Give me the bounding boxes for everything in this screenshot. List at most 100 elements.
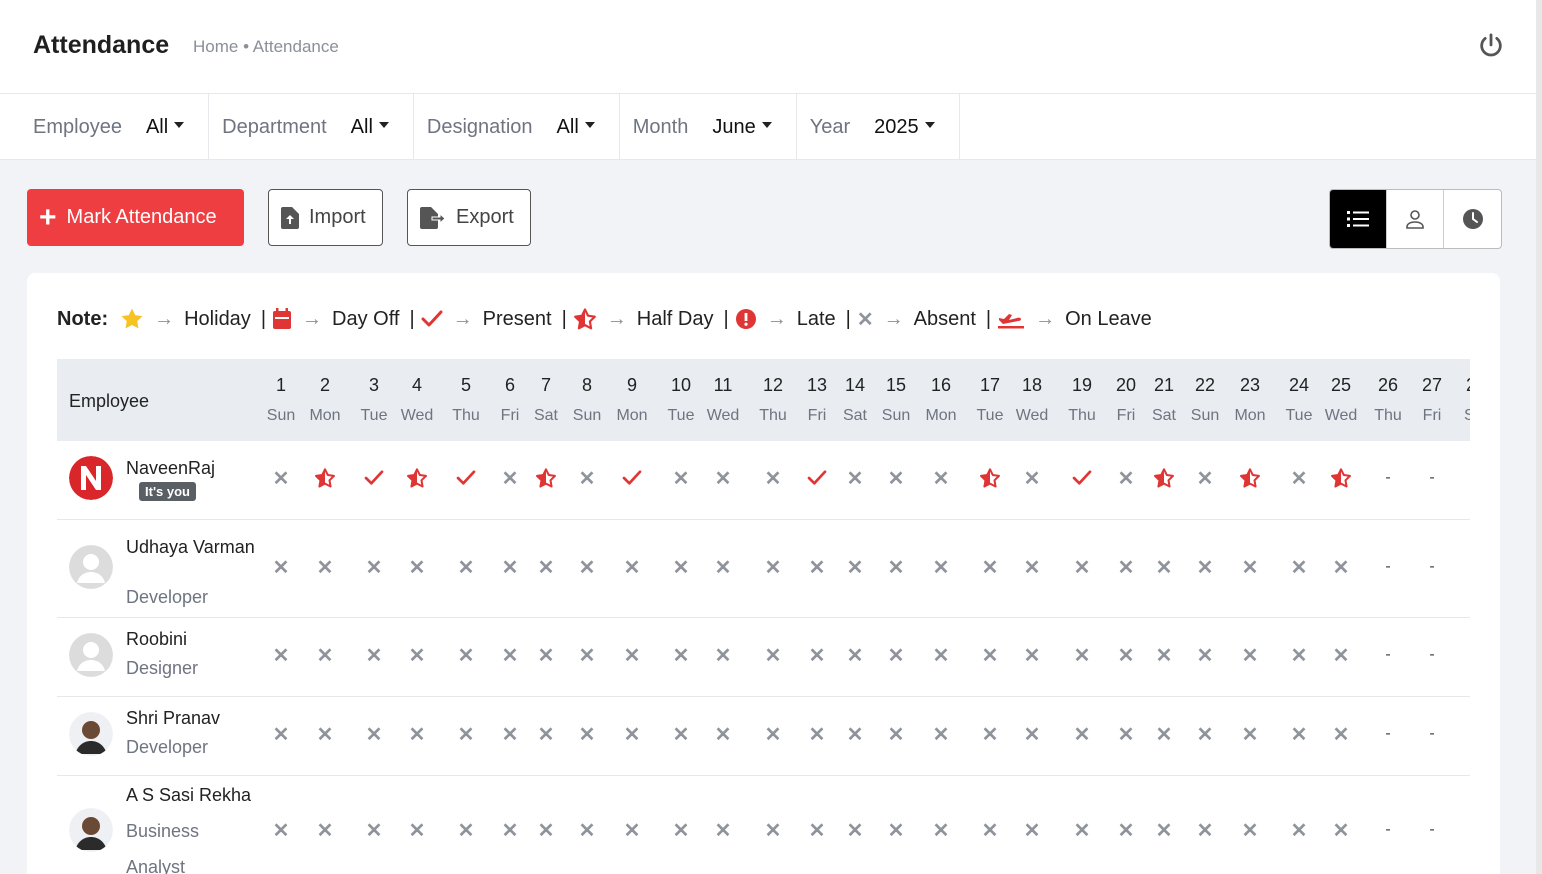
attendance-cell[interactable]: ✕	[1059, 818, 1105, 842]
attendance-cell[interactable]: ✕	[1318, 555, 1364, 579]
attendance-cell[interactable]: ✕	[1141, 643, 1187, 667]
filter-department[interactable]: Department All	[209, 94, 414, 160]
attendance-cell[interactable]: ✕	[258, 466, 304, 490]
attendance-cell[interactable]: ✕	[1318, 643, 1364, 667]
filter-employee[interactable]: Employee All	[0, 94, 210, 160]
attendance-cell[interactable]: ✕	[1276, 555, 1322, 579]
attendance-cell[interactable]: ✕	[564, 643, 610, 667]
attendance-cell[interactable]: -	[1365, 722, 1411, 746]
attendance-cell[interactable]: ✕	[658, 643, 704, 667]
filter-designation[interactable]: Designation All	[414, 94, 620, 160]
attendance-cell[interactable]: ✕	[873, 722, 919, 746]
attendance-cell[interactable]: -	[1453, 555, 1470, 579]
attendance-cell[interactable]: ✕	[832, 466, 878, 490]
filter-month[interactable]: Month June	[620, 94, 797, 160]
attendance-cell[interactable]	[1318, 466, 1364, 490]
attendance-cell[interactable]: ✕	[443, 555, 489, 579]
attendance-cell[interactable]: -	[1365, 643, 1411, 667]
attendance-cell[interactable]: ✕	[443, 818, 489, 842]
attendance-cell[interactable]: ✕	[1182, 643, 1228, 667]
attendance-cell[interactable]: ✕	[1227, 722, 1273, 746]
attendance-cell[interactable]: ✕	[609, 643, 655, 667]
power-icon[interactable]	[1477, 32, 1505, 60]
attendance-cell[interactable]: ✕	[658, 722, 704, 746]
employee-name[interactable]: Shri Pranav	[126, 707, 266, 729]
attendance-cell[interactable]: ✕	[523, 722, 569, 746]
attendance-cell[interactable]: -	[1409, 722, 1455, 746]
attendance-cell[interactable]: ✕	[302, 555, 348, 579]
attendance-cell[interactable]: ✕	[258, 818, 304, 842]
attendance-cell[interactable]: ✕	[873, 818, 919, 842]
attendance-cell[interactable]: ✕	[832, 818, 878, 842]
attendance-cell[interactable]: ✕	[1059, 722, 1105, 746]
attendance-cell[interactable]: ✕	[1141, 722, 1187, 746]
attendance-cell[interactable]: ✕	[1009, 643, 1055, 667]
table-row[interactable]: Roobini Designer ✕ ✕ ✕ ✕ ✕ ✕ ✕ ✕ ✕ ✕ ✕ ✕ ✕ ✕ ✕ ✕ ✕ ✕ ✕ ✕ ✕ ✕ ✕ ✕ ✕…	[57, 618, 1470, 697]
attendance-cell[interactable]: ✕	[918, 722, 964, 746]
attendance-cell[interactable]: ✕	[658, 555, 704, 579]
filter-year[interactable]: Year 2025	[797, 94, 960, 160]
employee-name[interactable]: A S Sasi Rekha	[126, 784, 276, 806]
attendance-cell[interactable]: ✕	[1227, 818, 1273, 842]
attendance-cell[interactable]: -	[1365, 818, 1411, 842]
attendance-cell[interactable]: ✕	[443, 722, 489, 746]
attendance-cell[interactable]: ✕	[750, 722, 796, 746]
attendance-cell[interactable]: ✕	[1059, 555, 1105, 579]
attendance-cell[interactable]	[302, 466, 348, 490]
table-row[interactable]: Udhaya Varman Developer ✕ ✕ ✕ ✕ ✕ ✕ ✕ ✕ ✕ ✕ ✕ ✕ ✕ ✕ ✕ ✕ ✕ ✕…	[57, 520, 1470, 618]
attendance-cell[interactable]: ✕	[832, 555, 878, 579]
attendance-cell[interactable]: ✕	[700, 466, 746, 490]
employee-name[interactable]: NaveenRaj	[126, 457, 266, 479]
attendance-cell[interactable]: ✕	[700, 555, 746, 579]
attendance-cell[interactable]: ✕	[1141, 555, 1187, 579]
attendance-cell[interactable]: ✕	[302, 643, 348, 667]
attendance-cell[interactable]: -	[1409, 555, 1455, 579]
attendance-cell[interactable]: -	[1453, 466, 1470, 490]
employee-name[interactable]: Udhaya Varman	[126, 536, 266, 558]
attendance-cell[interactable]: ✕	[258, 722, 304, 746]
attendance-cell[interactable]: ✕	[918, 555, 964, 579]
attendance-cell[interactable]: ✕	[258, 555, 304, 579]
import-button[interactable]: Import	[268, 189, 383, 246]
attendance-cell[interactable]: ✕	[700, 818, 746, 842]
attendance-cell[interactable]: ✕	[1182, 466, 1228, 490]
attendance-cell[interactable]: -	[1409, 818, 1455, 842]
attendance-cell[interactable]: ✕	[1009, 818, 1055, 842]
attendance-cell[interactable]: ✕	[1182, 555, 1228, 579]
attendance-cell[interactable]: ✕	[1276, 466, 1322, 490]
attendance-cell[interactable]	[1059, 466, 1105, 490]
attendance-cell[interactable]: ✕	[302, 818, 348, 842]
attendance-cell[interactable]: ✕	[1276, 643, 1322, 667]
page-scrollbar[interactable]	[1536, 0, 1542, 874]
attendance-cell[interactable]	[967, 466, 1013, 490]
attendance-cell[interactable]: ✕	[658, 466, 704, 490]
attendance-cell[interactable]: ✕	[394, 818, 440, 842]
attendance-cell[interactable]: -	[1365, 466, 1411, 490]
attendance-cell[interactable]: ✕	[700, 722, 746, 746]
attendance-cell[interactable]: ✕	[873, 643, 919, 667]
attendance-cell[interactable]: ✕	[918, 818, 964, 842]
attendance-cell[interactable]: ✕	[1009, 466, 1055, 490]
filter-value[interactable]: All	[557, 116, 579, 139]
attendance-cell[interactable]: ✕	[394, 643, 440, 667]
attendance-cell[interactable]: -	[1453, 722, 1470, 746]
attendance-cell[interactable]: ✕	[700, 643, 746, 667]
attendance-cell[interactable]: ✕	[609, 555, 655, 579]
filter-value[interactable]: All	[351, 116, 373, 139]
attendance-cell[interactable]: ✕	[918, 466, 964, 490]
attendance-cell[interactable]: ✕	[1318, 722, 1364, 746]
attendance-cell[interactable]: ✕	[1009, 555, 1055, 579]
attendance-cell[interactable]: ✕	[832, 643, 878, 667]
attendance-cell[interactable]: ✕	[1318, 818, 1364, 842]
table-row[interactable]: NaveenRaj It's you ✕ ✕ ✕ ✕ ✕ ✕ ✕ ✕ ✕ ✕ ✕ ✕ ✕ - - -	[57, 441, 1470, 520]
attendance-cell[interactable]: ✕	[658, 818, 704, 842]
attendance-cell[interactable]	[1227, 466, 1273, 490]
list-view-button[interactable]	[1330, 190, 1387, 248]
attendance-cell[interactable]: -	[1409, 466, 1455, 490]
attendance-cell[interactable]: ✕	[258, 643, 304, 667]
attendance-cell[interactable]: ✕	[967, 643, 1013, 667]
breadcrumb[interactable]: Home • Attendance	[193, 37, 339, 57]
attendance-cell[interactable]: -	[1365, 555, 1411, 579]
attendance-cell[interactable]	[609, 466, 655, 490]
attendance-cell[interactable]: ✕	[351, 722, 397, 746]
